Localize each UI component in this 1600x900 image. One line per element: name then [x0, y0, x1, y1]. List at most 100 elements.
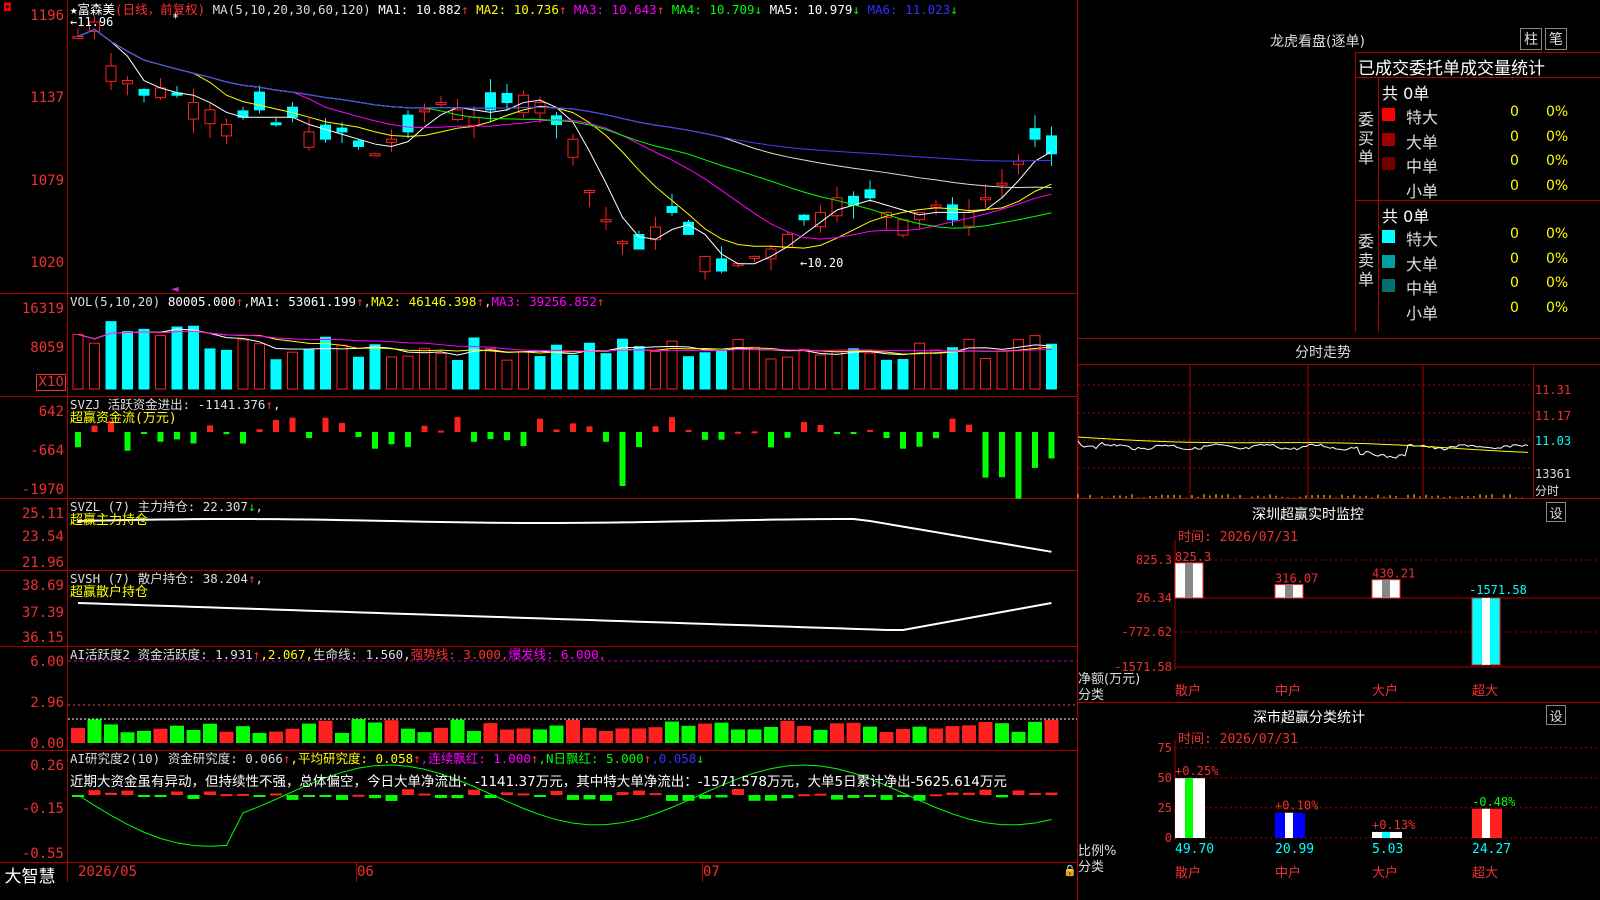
cls-settings-button[interactable]: 设: [1546, 705, 1566, 725]
activity-bar: [319, 721, 333, 743]
order-color-swatch: [1382, 157, 1395, 170]
lhb-title: 龙虎看盘(逐单): [1270, 31, 1365, 51]
ai-research-chart[interactable]: [68, 751, 1077, 862]
date-label: 07: [703, 864, 720, 880]
candle-body: [684, 222, 694, 234]
order-color-swatch: [1382, 133, 1395, 146]
research-bar: [336, 795, 348, 800]
flow-bar: [504, 432, 510, 440]
volume-bar: [783, 357, 793, 389]
candle-body: [139, 89, 149, 95]
activity-bar: [484, 723, 498, 743]
candle-body: [321, 125, 331, 139]
flow-bar: [207, 425, 213, 432]
candle-body: [1030, 129, 1040, 140]
flow-bar: [851, 432, 857, 434]
activity-bar: [187, 730, 201, 743]
lock-icon[interactable]: 🔒: [1063, 864, 1077, 877]
research-bar: [749, 795, 761, 801]
activity-bar: [632, 728, 646, 743]
ai-research-header: AI研究度2(10) 资金研究度: 0.066↑,平均研究度: 0.058↑,连…: [70, 751, 704, 766]
research-bar: [980, 790, 992, 795]
volume-pane[interactable]: [68, 294, 1077, 396]
svzj-subtitle: 超赢资金流(万元): [70, 411, 177, 426]
activity-bar: [913, 727, 927, 743]
intraday-price-line: [1078, 441, 1528, 458]
ai-active-header: AI活跃度2 资金活跃度: 1.931↑,2.067,生命线: 1.560,强势…: [70, 647, 606, 662]
price-pane[interactable]: [68, 0, 1077, 293]
volume-bar: [106, 322, 116, 389]
flow-bar: [719, 432, 725, 440]
sz-bar-label: 430.21: [1372, 567, 1415, 581]
research-bar: [914, 795, 926, 801]
sz-bar-shade: [1482, 598, 1490, 665]
capital-flow-chart[interactable]: [68, 397, 1077, 498]
activity-bar: [896, 729, 910, 743]
volume-header: VOL(5,10,20) 80005.000↑,MA1: 53061.199↑,…: [70, 294, 604, 309]
volume-bar: [304, 350, 314, 389]
ma6-line: [78, 29, 1052, 161]
volume-chart[interactable]: [68, 294, 1077, 396]
candle-body: [370, 154, 380, 156]
cls-change-label: -0.48%: [1472, 795, 1516, 809]
sz-settings-button[interactable]: 设: [1546, 502, 1566, 522]
flow-bar: [141, 432, 147, 434]
research-bar: [815, 794, 827, 796]
candle-body: [255, 92, 265, 110]
candle-body: [403, 115, 413, 132]
research-bar: [782, 795, 794, 798]
svzj-pane[interactable]: [68, 397, 1077, 498]
svsh-axis-label: 38.69: [0, 578, 64, 594]
volume-bar: [832, 351, 842, 389]
activity-bar: [682, 726, 696, 743]
cls-bar-shade: [1482, 809, 1490, 838]
svzj-axis-label: -664: [0, 443, 64, 459]
candle-body: [750, 256, 760, 258]
flow-bar: [273, 420, 279, 432]
order-row-n: 0: [1510, 226, 1519, 242]
flow-bar: [752, 431, 758, 433]
activity-bar: [203, 724, 217, 743]
candle-body: [651, 227, 661, 240]
volume-bar: [948, 348, 958, 389]
flow-bar: [686, 430, 692, 432]
volume-bar: [700, 353, 710, 389]
tick-view-button[interactable]: 笔: [1545, 28, 1567, 50]
ai-active-pane[interactable]: [68, 647, 1077, 750]
svsh-axis-label: 36.15: [0, 630, 64, 646]
volume-bar: [139, 329, 149, 389]
ai-activity-chart[interactable]: [68, 647, 1077, 750]
sz-axis-label: -772.62: [1121, 625, 1172, 639]
flow-bar: [702, 432, 708, 440]
candlestick-chart[interactable]: [68, 0, 1077, 293]
candle-body: [568, 139, 578, 157]
volume-bar: [651, 352, 661, 389]
ai-research-pane[interactable]: [68, 751, 1077, 862]
candle-body: [898, 220, 908, 235]
sz-category: 超大: [1472, 684, 1498, 699]
bar-view-button[interactable]: 柱: [1520, 28, 1542, 50]
sz-bar-shade: [1382, 580, 1390, 598]
ai-research-axis-label: 0.26: [0, 758, 64, 774]
activity-bar: [1045, 720, 1059, 743]
candle-body: [997, 183, 1007, 185]
cls-value-label: 49.70: [1175, 842, 1214, 857]
volume-bar: [321, 337, 331, 389]
price-axis-label: 1079: [0, 173, 64, 189]
volume-bar: [601, 354, 611, 389]
research-bar: [237, 794, 249, 796]
ai-active-axis-label: 0.00: [0, 736, 64, 752]
activity-bar: [401, 729, 415, 743]
sz-monitor-chart[interactable]: 825.3 26.34 -772.62 -1571.58 825.3 散户 316.07 中户…: [1078, 540, 1600, 705]
flow-bar: [818, 425, 824, 432]
flow-bar: [1032, 432, 1038, 468]
candle-body: [1014, 161, 1024, 164]
candle-body: [783, 234, 793, 247]
flow-bar: [174, 432, 180, 439]
candle-body: [601, 220, 611, 222]
activity-bar: [253, 733, 267, 743]
intraday-chart[interactable]: [1078, 365, 1533, 498]
cls-stats-chart[interactable]: 75 50 25 0 +0.25% 49.70 散户 +0.10% 20.99 中户 +0.13% 5…: [1078, 740, 1600, 900]
activity-bar: [220, 732, 234, 743]
research-bar: [567, 795, 579, 800]
